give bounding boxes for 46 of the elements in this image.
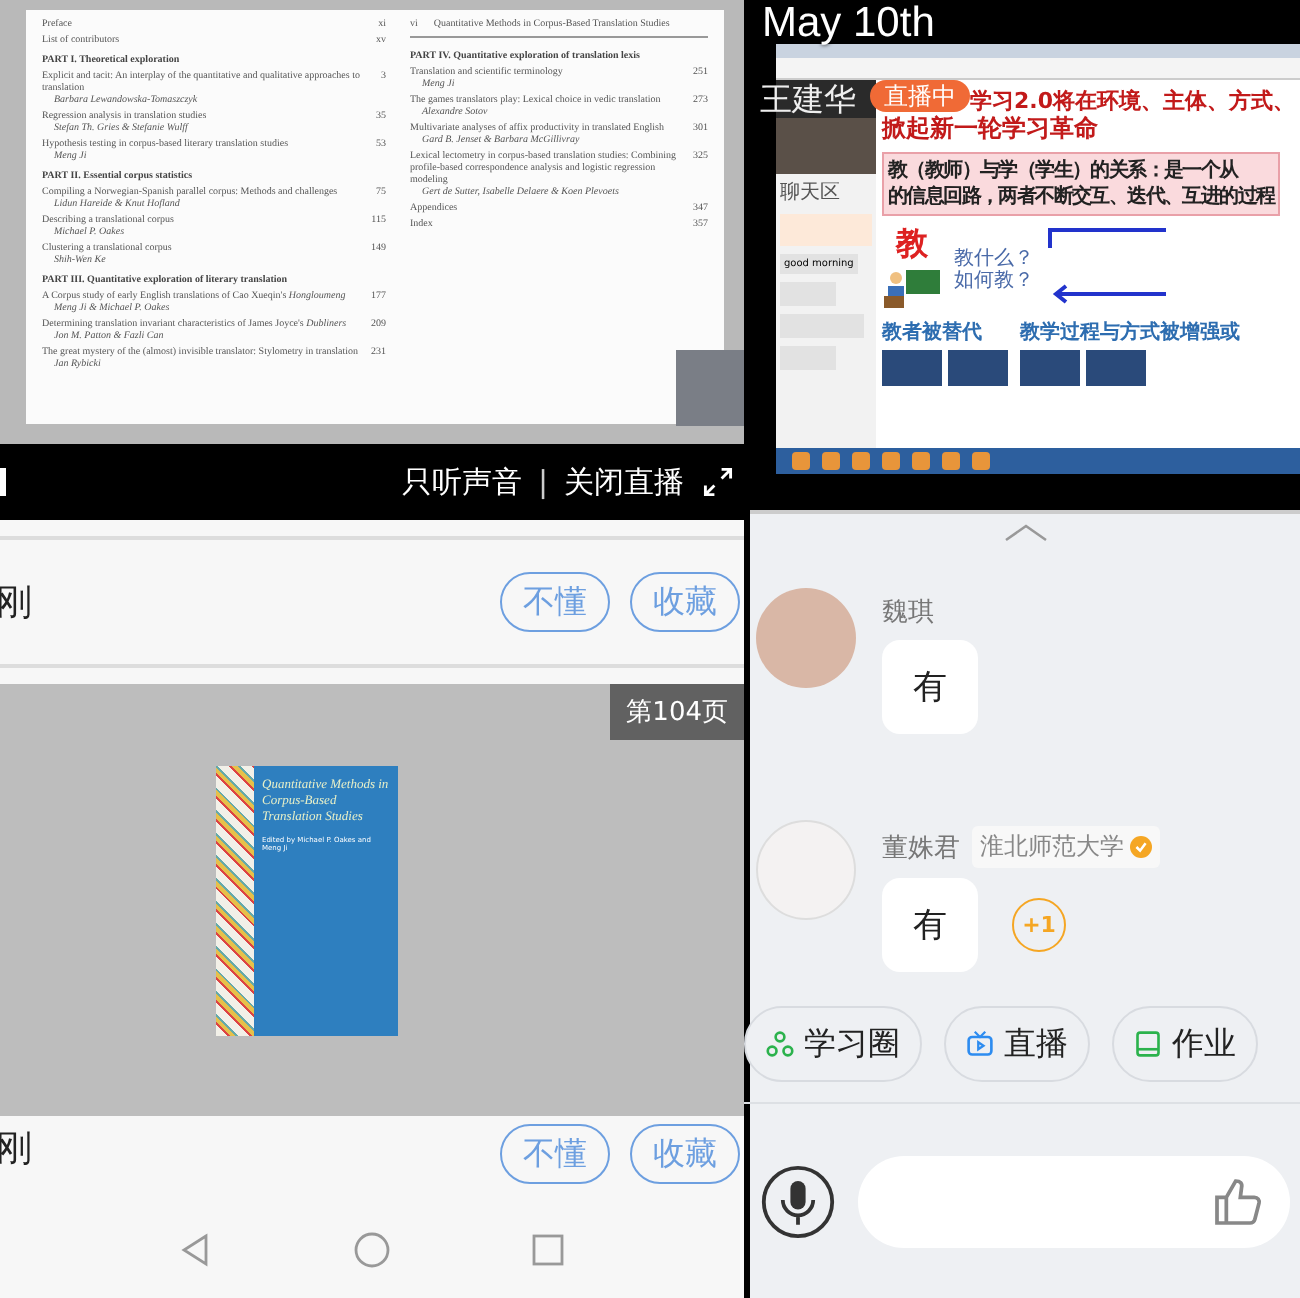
- sender-name: 魏琪: [882, 596, 934, 630]
- image-placeholder: [1086, 350, 1146, 386]
- teacher-icon: [882, 266, 942, 310]
- slide-caption: 教者被替代: [882, 319, 984, 346]
- home-icon[interactable]: [352, 1229, 392, 1269]
- webcam-photo-placeholder: [676, 350, 744, 426]
- message-input-field[interactable]: [858, 1155, 1290, 1247]
- slide-question: 如何教？: [954, 270, 1034, 292]
- shortcut-button[interactable]: 作业: [1112, 1006, 1258, 1082]
- school-name: 淮北师范大学: [980, 830, 1124, 864]
- date-overlay: May 10th: [762, 0, 935, 48]
- live-badge: 直播中: [870, 80, 970, 112]
- message-bubble: 有: [882, 878, 978, 972]
- book-icon: [1134, 1030, 1162, 1058]
- host-name: 王建华: [760, 80, 856, 122]
- notice-block: [780, 214, 872, 246]
- tv-icon: [966, 1030, 994, 1058]
- shortcut-button[interactable]: 直播: [944, 1006, 1090, 1082]
- microphone-icon[interactable]: [760, 1163, 836, 1239]
- cycle-arrow-icon: [1046, 224, 1166, 304]
- callout-text: 的信息回路，两者不断交互、迭代、互进的过程: [888, 184, 1275, 210]
- slide-title: 学习2.0将在环境、主体、方式、: [970, 88, 1297, 114]
- page-number-badge: 第104页: [610, 684, 744, 740]
- slide-caption: 教学过程与方式被增强或: [1020, 318, 1240, 346]
- sender-name: 董姝君: [882, 831, 960, 865]
- thumbs-up-icon[interactable]: [1210, 1173, 1266, 1229]
- progress-marker-icon: [0, 468, 6, 496]
- shortcut-button[interactable]: 学习圈: [744, 1006, 922, 1082]
- slide-title: 掀起新一轮学习革命: [882, 114, 1100, 144]
- circles-icon: [766, 1030, 794, 1058]
- audio-only-link[interactable]: 只听声音: [401, 463, 522, 501]
- image-placeholder: [1020, 350, 1080, 386]
- avatar-placeholder[interactable]: [756, 588, 856, 688]
- chevron-up-icon[interactable]: [1001, 522, 1049, 542]
- slide-label: 教: [896, 224, 928, 266]
- callout-text: 教（教师）与学（学生）的关系：是一个从: [888, 158, 1241, 184]
- image-placeholder: [882, 350, 942, 386]
- presenter-photo-placeholder: [776, 118, 876, 174]
- close-live-link[interactable]: 关闭直播: [564, 463, 684, 501]
- message-bubble: 有: [882, 640, 978, 734]
- chat-panel-title: 聊天区: [780, 180, 842, 206]
- image-placeholder: [948, 350, 1008, 386]
- separator-text: |: [537, 464, 548, 500]
- fullscreen-icon[interactable]: [700, 464, 736, 500]
- recent-apps-icon[interactable]: [528, 1229, 568, 1269]
- slide-question: 教什么？: [954, 248, 1034, 270]
